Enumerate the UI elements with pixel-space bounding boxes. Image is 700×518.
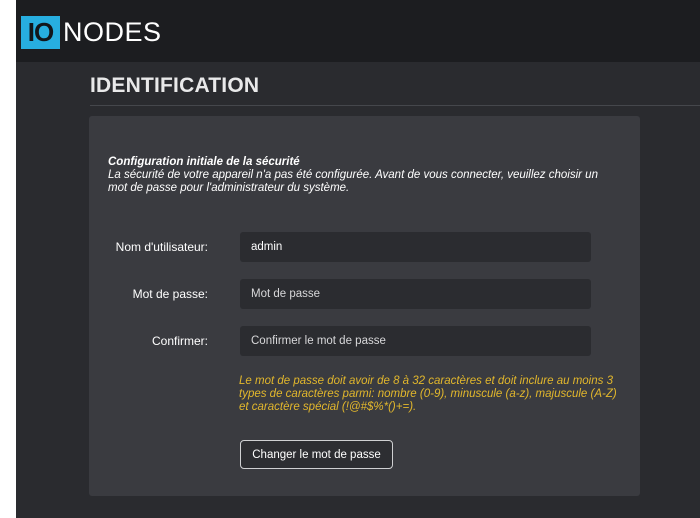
page-title: IDENTIFICATION <box>90 74 260 97</box>
username-input[interactable] <box>240 232 591 262</box>
confirm-password-label: Confirmer: <box>151 334 208 348</box>
security-intro: Configuration initiale de la sécurité La… <box>108 156 608 195</box>
change-password-button[interactable]: Changer le mot de passe <box>240 440 393 469</box>
logo-text: NODES <box>63 17 162 47</box>
security-setup-card: Configuration initiale de la sécurité La… <box>89 116 640 496</box>
password-input[interactable] <box>240 279 591 309</box>
username-label: Nom d'utilisateur: <box>115 240 208 254</box>
top-bar: IO NODES <box>16 0 700 62</box>
password-label: Mot de passe: <box>132 287 208 301</box>
app-window: IO NODES IDENTIFICATION Configuration in… <box>16 0 700 518</box>
title-divider <box>90 105 700 106</box>
confirm-password-input[interactable] <box>240 326 591 356</box>
main-content: IDENTIFICATION Configuration initiale de… <box>16 62 700 518</box>
security-description: La sécurité de votre appareil n'a pas ét… <box>108 169 598 194</box>
security-heading: Configuration initiale de la sécurité <box>108 156 300 168</box>
logo-mark: IO <box>21 16 60 49</box>
password-requirements: Le mot de passe doit avoir de 8 à 32 car… <box>239 375 617 413</box>
